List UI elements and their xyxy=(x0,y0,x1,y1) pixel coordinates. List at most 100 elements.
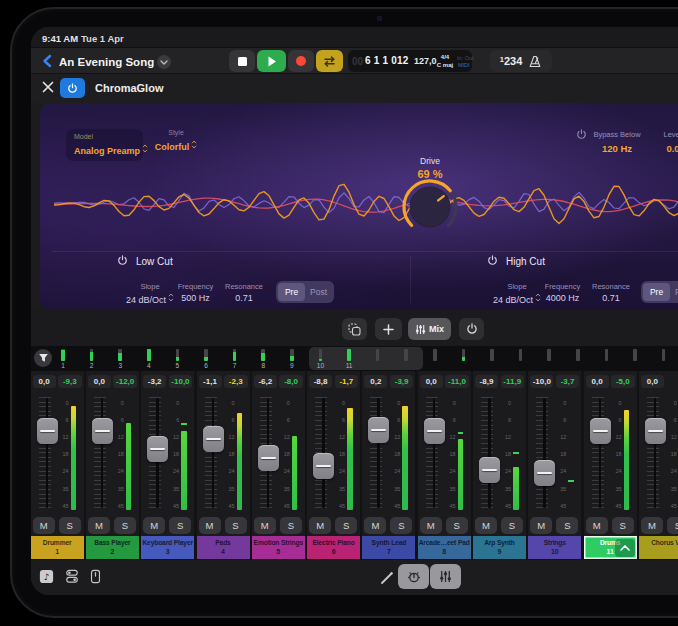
peak-db-value[interactable]: -8,0 xyxy=(279,375,303,388)
mute-button[interactable]: M xyxy=(420,517,442,534)
mute-button[interactable]: M xyxy=(475,517,497,534)
mute-button[interactable]: M xyxy=(199,517,221,534)
style-selector[interactable]: Style Colorful xyxy=(144,129,208,161)
peak-db-value[interactable]: -12,0 xyxy=(113,375,137,388)
lowcut-freq-value[interactable]: 500 Hz xyxy=(168,293,223,303)
fader-db-value[interactable]: 0,0 xyxy=(420,375,443,388)
fader-handle[interactable] xyxy=(258,445,279,471)
mute-button[interactable]: M xyxy=(33,517,55,534)
back-icon[interactable] xyxy=(41,54,53,68)
fader-handle[interactable] xyxy=(479,457,500,483)
fader-handle[interactable] xyxy=(203,426,224,452)
bypass-value[interactable]: 120 Hz xyxy=(582,143,652,154)
solo-button[interactable]: S xyxy=(335,517,357,534)
mix-button[interactable]: Mix xyxy=(408,318,451,340)
highcut-res-value[interactable]: 0.71 xyxy=(585,293,637,303)
solo-button[interactable]: S xyxy=(667,517,678,534)
fader-db-value[interactable]: -1,1 xyxy=(199,375,222,388)
track-label[interactable]: Emotion Strings5 xyxy=(252,536,305,559)
track-label[interactable]: Synth Lead7 xyxy=(362,536,415,559)
lowcut-res-value[interactable]: 0.71 xyxy=(218,293,270,303)
solo-button[interactable]: S xyxy=(556,517,578,534)
add-track-button[interactable] xyxy=(375,318,402,340)
track-label[interactable]: Pads4 xyxy=(197,536,250,559)
fader-db-value[interactable]: -3,2 xyxy=(143,375,166,388)
track-label[interactable]: Arcade…eet Pad8 xyxy=(418,536,471,559)
solo-button[interactable]: S xyxy=(612,517,634,534)
cycle-button[interactable] xyxy=(316,50,343,72)
mute-button[interactable]: M xyxy=(88,517,110,534)
fader-handle[interactable] xyxy=(368,417,389,443)
highcut-prepost-toggle[interactable]: Pre Post xyxy=(641,281,678,303)
highcut-freq-value[interactable]: 4000 Hz xyxy=(535,293,590,303)
peak-db-value[interactable]: -11,9 xyxy=(501,375,525,388)
pre-option[interactable]: Pre xyxy=(643,283,670,301)
track-label[interactable]: Strings10 xyxy=(528,536,581,559)
highcut-power-icon[interactable] xyxy=(487,255,498,266)
song-menu-button[interactable] xyxy=(157,55,171,69)
fader-db-value[interactable]: -6,2 xyxy=(254,375,277,388)
track-label[interactable]: Chorus V xyxy=(639,536,678,559)
collapse-button[interactable] xyxy=(615,539,635,557)
fader-handle[interactable] xyxy=(92,418,113,444)
fader-db-value[interactable]: -8,8 xyxy=(309,375,332,388)
track-label[interactable]: Electric Piano6 xyxy=(307,536,360,559)
plugins-button[interactable] xyxy=(65,569,79,588)
mute-button[interactable]: M xyxy=(641,517,663,534)
fader-handle[interactable] xyxy=(147,436,168,462)
mute-button[interactable]: M xyxy=(530,517,552,534)
mixer-view-button[interactable] xyxy=(430,564,461,589)
peak-db-value[interactable]: -2,3 xyxy=(224,375,248,388)
fader-db-value[interactable]: -10,0 xyxy=(530,375,553,388)
mixer-power-button[interactable] xyxy=(459,318,484,340)
model-selector[interactable]: Model Analog Preamp xyxy=(66,129,143,161)
plugin-power-button[interactable] xyxy=(60,78,85,98)
count-in-button[interactable]: 1234 xyxy=(500,55,523,67)
loop-browser-button[interactable]: ♪ xyxy=(39,569,54,588)
solo-button[interactable]: S xyxy=(280,517,302,534)
mute-button[interactable]: M xyxy=(254,517,276,534)
pre-option[interactable]: Pre xyxy=(278,283,305,301)
fader-handle[interactable] xyxy=(424,418,445,444)
fader-handle[interactable] xyxy=(313,453,334,479)
solo-button[interactable]: S xyxy=(59,517,81,534)
drive-knob[interactable] xyxy=(399,176,461,238)
level-value[interactable]: 0.0 xyxy=(648,143,678,154)
peak-db-value[interactable]: -11,0 xyxy=(445,375,469,388)
filter-button[interactable] xyxy=(34,349,52,367)
record-button[interactable] xyxy=(288,50,314,72)
peak-db-value[interactable]: -10,0 xyxy=(169,375,193,388)
mute-button[interactable]: M xyxy=(586,517,608,534)
count-in-group[interactable]: 1234 xyxy=(490,50,552,72)
controls-view-button[interactable] xyxy=(398,564,429,589)
peak-db-value[interactable]: -3,9 xyxy=(390,375,414,388)
mute-button[interactable]: M xyxy=(309,517,331,534)
fader-handle[interactable] xyxy=(590,418,611,444)
lowcut-prepost-toggle[interactable]: Pre Post xyxy=(276,281,334,303)
fader-db-value[interactable]: 0,0 xyxy=(586,375,609,388)
fader-db-value[interactable]: 0,0 xyxy=(641,375,664,388)
mute-button[interactable]: M xyxy=(143,517,165,534)
close-icon[interactable] xyxy=(41,80,55,94)
peak-db-value[interactable]: -5,0 xyxy=(611,375,635,388)
mute-button[interactable]: M xyxy=(364,517,386,534)
track-overview-strip[interactable]: 1234567891011 xyxy=(31,346,678,371)
controller-button[interactable] xyxy=(90,569,101,588)
track-label[interactable]: Keyboard Player3 xyxy=(141,536,194,559)
solo-button[interactable]: S xyxy=(114,517,136,534)
post-option[interactable]: Post xyxy=(305,283,332,301)
post-option[interactable]: Post xyxy=(670,283,678,301)
track-label[interactable]: Bass Player2 xyxy=(86,536,139,559)
track-label[interactable]: Arp Synth9 xyxy=(473,536,526,559)
song-title[interactable]: An Evening Song xyxy=(59,56,154,68)
solo-button[interactable]: S xyxy=(501,517,523,534)
stop-button[interactable] xyxy=(229,50,255,72)
lowcut-power-icon[interactable] xyxy=(117,255,128,266)
fader-handle[interactable] xyxy=(645,418,666,444)
duplicate-button[interactable] xyxy=(342,318,367,340)
solo-button[interactable]: S xyxy=(225,517,247,534)
fader-handle[interactable] xyxy=(534,460,555,486)
fader-handle[interactable] xyxy=(37,418,58,444)
solo-button[interactable]: S xyxy=(169,517,191,534)
lcd-display[interactable]: 00 6 1 1 012 127,0 4/4 C maj In: Out MID… xyxy=(348,50,472,72)
